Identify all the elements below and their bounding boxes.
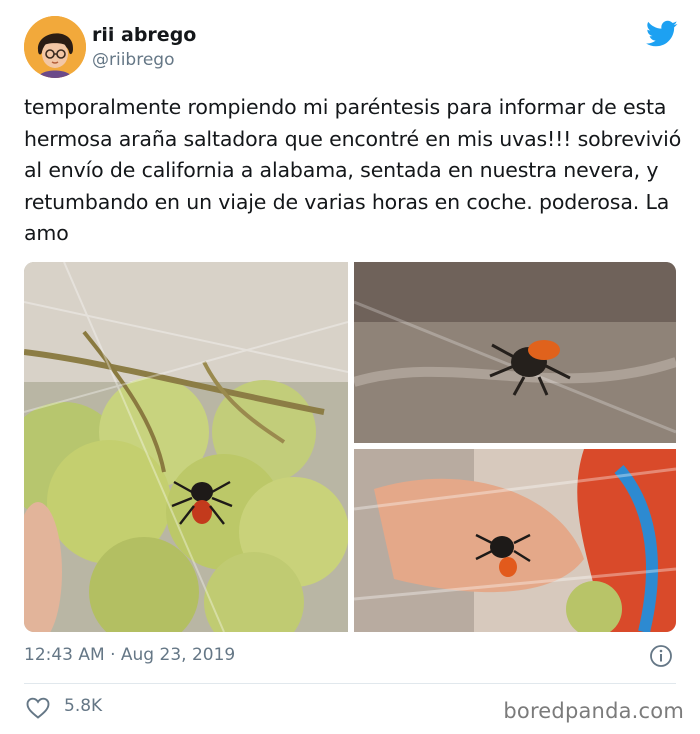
author-handle[interactable]: @riibrego (92, 50, 175, 70)
like-count[interactable]: 5.8K (64, 696, 102, 716)
tweet-text: temporalmente rompiendo mi paréntesis pa… (24, 95, 682, 245)
divider (24, 683, 676, 684)
photo-spider-on-finger[interactable] (354, 449, 676, 632)
watermark: boredpanda.com (503, 699, 684, 723)
heart-icon[interactable] (26, 697, 50, 719)
avatar[interactable] (24, 16, 86, 78)
tweet-timestamp[interactable]: 12:43 AM · Aug 23, 2019 (24, 645, 235, 665)
author-name[interactable]: rii abrego (92, 24, 196, 46)
photo-spider-closeup[interactable] (354, 262, 676, 443)
photo-grapes-spider[interactable] (24, 262, 348, 632)
twitter-bird-icon[interactable] (646, 20, 678, 48)
photo-grid (24, 262, 676, 632)
info-icon[interactable] (649, 644, 673, 668)
avatar-illustration (24, 16, 86, 78)
